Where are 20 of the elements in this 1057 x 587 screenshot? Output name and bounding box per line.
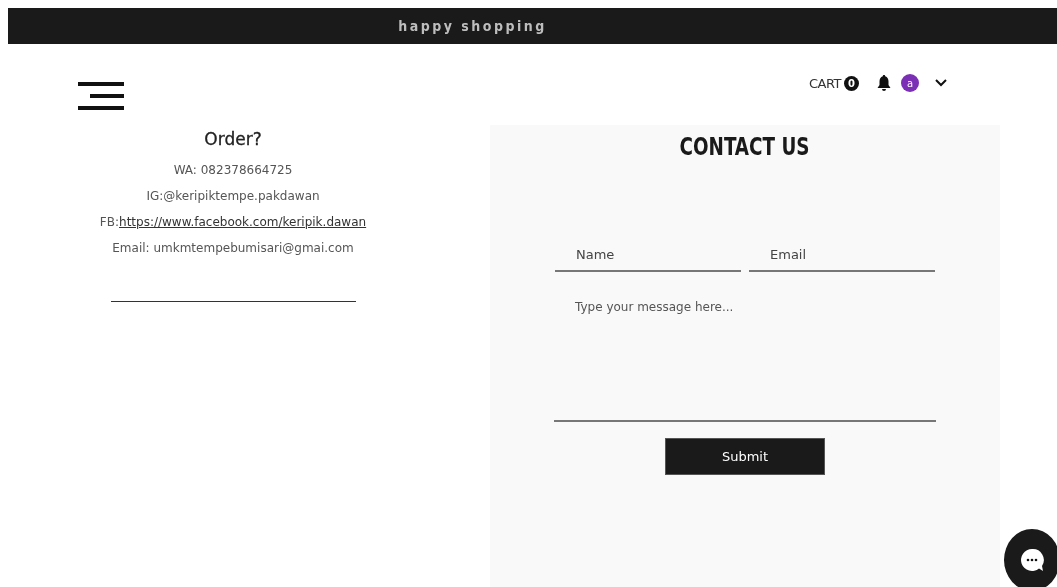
contact-line: IG:@keripiktempe.pakdawan (146, 188, 320, 205)
order-heading: Order? (204, 129, 262, 149)
user-avatar[interactable]: a (901, 74, 919, 92)
message-field[interactable]: Type your message here... (554, 290, 936, 422)
input-field[interactable]: Name (555, 247, 741, 272)
facebook-link[interactable]: https://www.facebook.com/keripik.dawan (119, 215, 367, 229)
input-field[interactable]: Email (749, 247, 935, 272)
contact-line: Email: umkmtempebumisari@gmai.com (112, 240, 354, 257)
cart-link[interactable]: CART 0 (809, 75, 859, 91)
chevron-down-icon[interactable] (935, 79, 947, 87)
contact-line: FB:https://www.facebook.com/keripik.dawan (99, 214, 367, 231)
banner-title: happy shopping (398, 18, 547, 34)
submit-button[interactable]: Submit (665, 438, 825, 475)
chat-button[interactable] (1004, 529, 1057, 587)
bell-icon[interactable] (877, 75, 891, 91)
menu-icon[interactable] (78, 82, 124, 110)
cart-count: 0 (844, 75, 859, 91)
contact-line: WA: 082378664725 (173, 162, 293, 179)
chat-bubble-icon (1019, 547, 1045, 573)
contact-heading: CONTACT US (679, 133, 810, 161)
